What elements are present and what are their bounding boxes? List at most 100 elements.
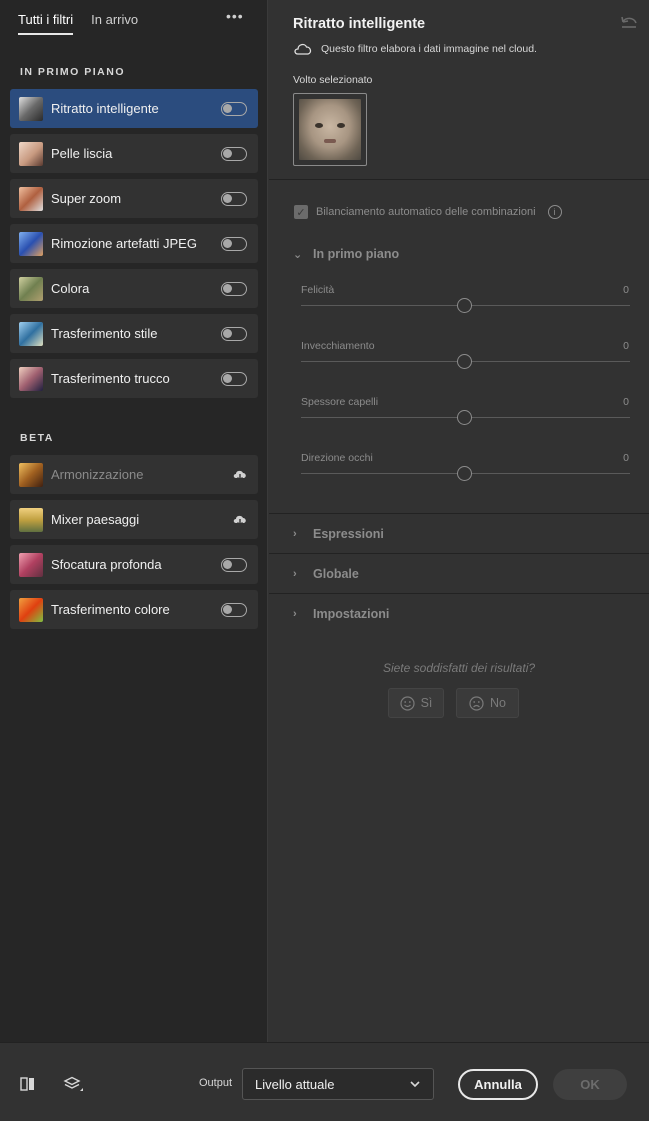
filter-toggle[interactable] xyxy=(221,557,247,572)
filter-label: Trasferimento colore xyxy=(51,602,170,617)
filter-item-style-transfer[interactable]: Trasferimento stile xyxy=(10,314,258,353)
filter-item-super-zoom[interactable]: Super zoom xyxy=(10,179,258,218)
feedback-yes-button[interactable]: Sì xyxy=(388,688,444,718)
output-label: Output xyxy=(199,1077,233,1089)
group-expressions[interactable]: › Espressioni xyxy=(293,527,384,541)
chevron-right-icon: › xyxy=(293,528,297,540)
filter-toggle[interactable] xyxy=(221,371,247,386)
slider-handle[interactable] xyxy=(457,466,472,481)
filter-item-makeup-transfer[interactable]: Trasferimento trucco xyxy=(10,359,258,398)
preview-split-icon[interactable] xyxy=(18,1074,38,1094)
feedback-no-button[interactable]: No xyxy=(456,688,519,718)
filter-label: Super zoom xyxy=(51,191,122,206)
filter-toggle[interactable] xyxy=(221,146,247,161)
chevron-down-icon xyxy=(410,1081,420,1088)
ok-button[interactable]: OK xyxy=(553,1069,627,1100)
cloud-download-icon[interactable] xyxy=(232,513,248,527)
selected-face-thumbnail[interactable] xyxy=(293,93,367,166)
cloud-processing-note: Questo filtro elabora i dati immagine ne… xyxy=(293,42,537,55)
auto-balance-checkbox[interactable]: ✓ xyxy=(294,205,308,219)
filter-label: Pelle liscia xyxy=(51,146,113,161)
cloud-download-icon[interactable] xyxy=(232,468,248,482)
divider xyxy=(269,593,649,594)
slider-label: Invecchiamento xyxy=(301,340,375,352)
slider-label: Spessore capelli xyxy=(301,396,379,408)
cloud-note-text: Questo filtro elabora i dati immagine ne… xyxy=(321,42,537,55)
filter-toggle[interactable] xyxy=(221,236,247,251)
filter-item-colorize[interactable]: Colora xyxy=(10,269,258,308)
filter-label: Colora xyxy=(51,281,90,296)
feedback-question: Siete soddisfatti dei risultati? xyxy=(382,661,536,675)
filter-label: Mixer paesaggi xyxy=(51,512,140,527)
divider xyxy=(269,513,649,514)
filter-toggle[interactable] xyxy=(221,602,247,617)
divider xyxy=(269,553,649,554)
filter-item-depth-blur[interactable]: Sfocatura profonda xyxy=(10,545,258,584)
group-label: In primo piano xyxy=(313,247,400,261)
filter-toggle[interactable] xyxy=(221,281,247,296)
filter-toggle[interactable] xyxy=(221,101,247,116)
super-zoom-thumbnail xyxy=(19,186,43,211)
tab-coming-soon[interactable]: In arrivo xyxy=(91,12,138,35)
output-select[interactable]: Livello attuale xyxy=(242,1068,434,1100)
slider-happiness: Felicità 0 xyxy=(301,284,631,313)
slider-label: Direzione occhi xyxy=(301,452,373,464)
divider xyxy=(269,179,649,180)
frown-icon xyxy=(469,695,484,711)
group-label: Globale xyxy=(313,567,359,581)
chevron-right-icon: › xyxy=(293,568,297,580)
slider-handle[interactable] xyxy=(457,298,472,313)
bottom-bar: Output Livello attuale Annulla OK xyxy=(0,1042,649,1121)
filter-item-smart-portrait[interactable]: Ritratto intelligente xyxy=(10,89,258,128)
filter-item-jpeg-artifacts-removal[interactable]: Rimozione artefatti JPEG xyxy=(10,224,258,263)
filter-tabs: Tutti i filtri In arrivo xyxy=(18,12,138,35)
style-transfer-thumbnail xyxy=(19,321,43,346)
more-options-icon[interactable]: ••• xyxy=(226,8,244,24)
reset-icon[interactable] xyxy=(619,14,639,30)
filter-toggle[interactable] xyxy=(221,326,247,341)
slider-value: 0 xyxy=(623,340,629,352)
group-label: Impostazioni xyxy=(313,607,390,621)
tab-all-filters[interactable]: Tutti i filtri xyxy=(18,12,74,35)
filter-toggle[interactable] xyxy=(221,191,247,206)
auto-balance-label: Bilanciamento automatico delle combinazi… xyxy=(316,206,536,218)
filter-label: Trasferimento stile xyxy=(51,326,158,341)
group-featured[interactable]: ⌄ In primo piano xyxy=(293,247,399,261)
info-icon[interactable]: i xyxy=(547,205,562,219)
color-transfer-thumbnail xyxy=(19,597,43,622)
group-global[interactable]: › Globale xyxy=(293,567,359,581)
filter-label: Rimozione artefatti JPEG xyxy=(51,236,197,251)
colorize-thumbnail xyxy=(19,276,43,301)
slider-label: Felicità xyxy=(301,284,335,296)
featured-section-label: IN PRIMO PIANO xyxy=(20,66,126,78)
slider-handle[interactable] xyxy=(457,410,472,425)
cancel-button[interactable]: Annulla xyxy=(458,1069,538,1100)
filter-item-color-transfer[interactable]: Trasferimento colore xyxy=(10,590,258,629)
slider-handle[interactable] xyxy=(457,354,472,369)
chevron-right-icon: › xyxy=(293,608,297,620)
chevron-down-icon: ⌄ xyxy=(293,248,303,261)
filter-item-skin-smoothing[interactable]: Pelle liscia xyxy=(10,134,258,173)
slider-hair-thickness: Spessore capelli 0 xyxy=(301,396,631,425)
slider-value: 0 xyxy=(623,452,629,464)
smart-portrait-thumbnail xyxy=(19,96,43,121)
face-image xyxy=(299,99,361,160)
group-settings[interactable]: › Impostazioni xyxy=(293,607,389,621)
jpeg-artifacts-thumbnail xyxy=(19,231,43,256)
filter-label: Armonizzazione xyxy=(51,467,144,482)
group-label: Espressioni xyxy=(313,527,384,541)
landscape-mixer-thumbnail xyxy=(19,507,43,532)
layers-icon[interactable] xyxy=(63,1074,83,1094)
filter-label: Sfocatura profonda xyxy=(51,557,162,572)
filter-label: Ritratto intelligente xyxy=(51,101,159,116)
cloud-icon xyxy=(294,43,312,55)
feedback-no-label: No xyxy=(490,696,506,710)
output-value: Livello attuale xyxy=(255,1076,335,1092)
harmonization-thumbnail xyxy=(19,462,43,487)
smile-icon xyxy=(399,695,415,711)
auto-balance-row: ✓ Bilanciamento automatico delle combina… xyxy=(294,205,562,219)
slider-aging: Invecchiamento 0 xyxy=(301,340,631,369)
filter-item-harmonization[interactable]: Armonizzazione xyxy=(10,455,258,494)
filter-settings-panel: Ritratto intelligente Questo filtro elab… xyxy=(269,0,649,1042)
filter-item-landscape-mixer[interactable]: Mixer paesaggi xyxy=(10,500,258,539)
